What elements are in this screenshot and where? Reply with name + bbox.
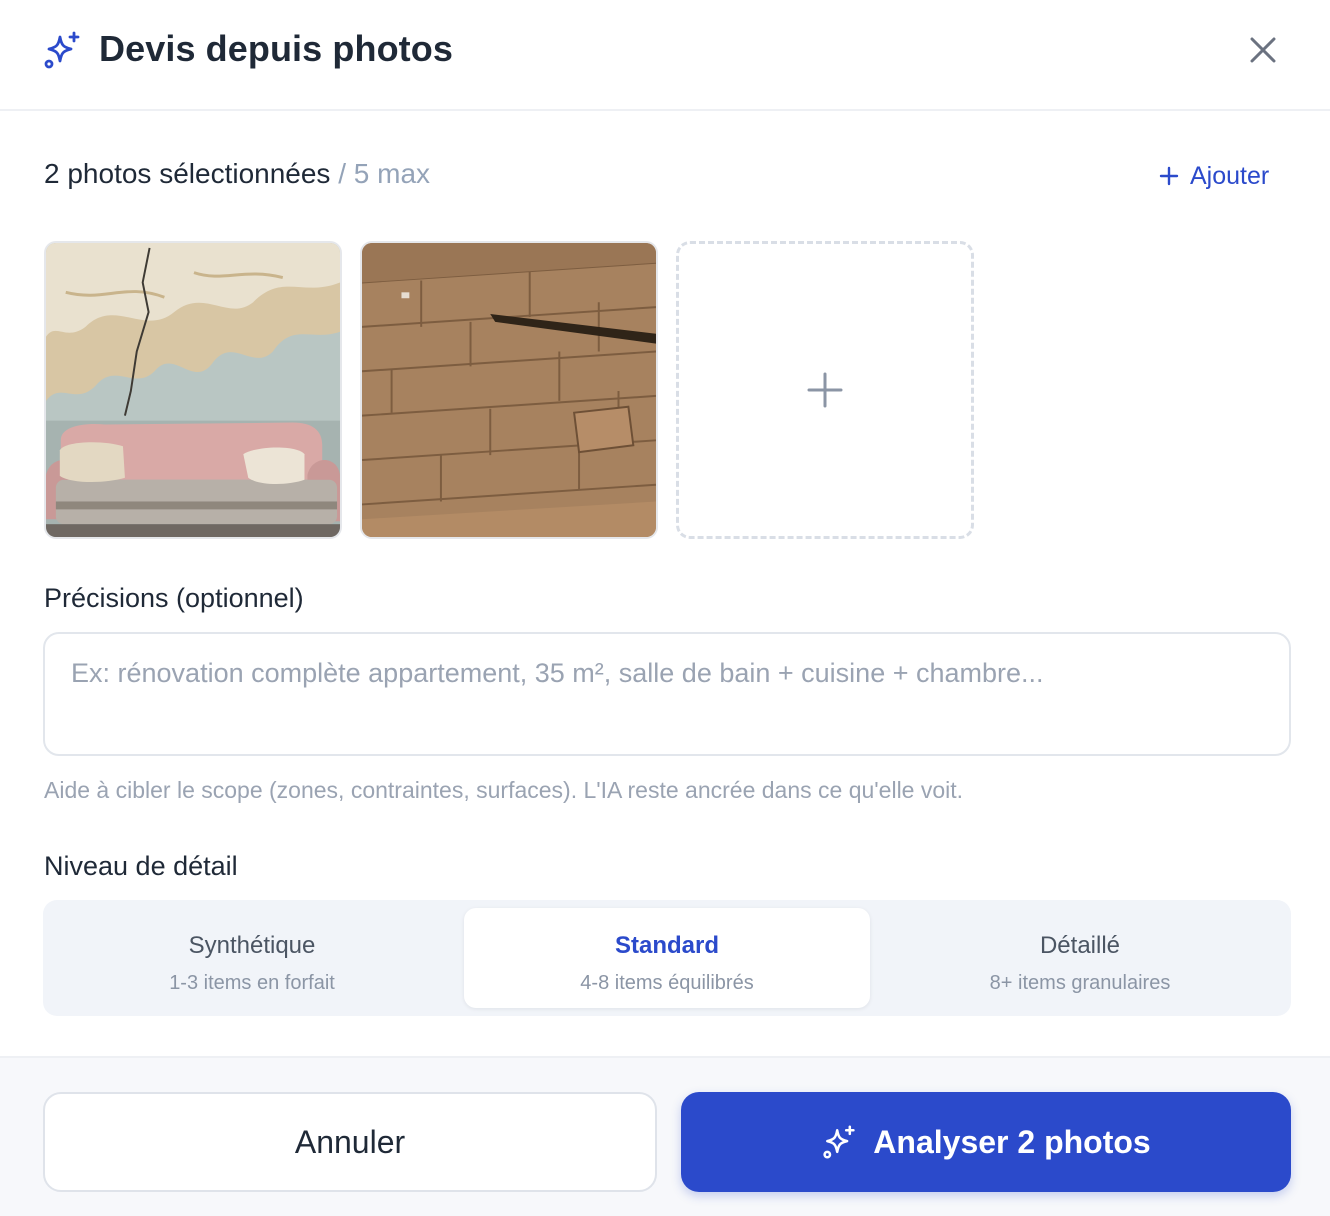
detail-level-label: Niveau de détail [44,851,238,881]
photo-count-label: 2 photos sélectionnées [44,158,331,189]
add-photo-tile[interactable] [676,241,974,539]
sparkles-icon [823,1125,855,1159]
sparkles-icon [42,30,82,70]
quote-from-photos-modal: Devis depuis photos 2 photos sélectionné… [0,0,1330,1216]
modal-header: Devis depuis photos [0,0,1330,111]
add-photo-link[interactable]: Ajouter [1158,157,1269,195]
detail-option-name: Détaillé [1039,932,1121,959]
detail-option-name: Standard [614,932,719,959]
detail-option-desc: 8+ items granulaires [989,972,1171,994]
photo-max-label: / 5 max [330,158,431,189]
plus-icon [1159,166,1179,186]
close-icon[interactable] [1244,31,1282,69]
cancel-button[interactable]: Annuler [43,1092,657,1192]
precisions-help-text: Aide à cibler le scope (zones, contraint… [44,777,964,803]
analyze-button-label: Analyser 2 photos [873,1123,1151,1160]
photo-count: 2 photos sélectionnées / 5 max [44,158,430,190]
detail-option-detaille[interactable]: Détaillé 8+ items granulaires [877,908,1283,1008]
analyze-button[interactable]: Analyser 2 photos [681,1092,1291,1192]
modal-footer: Annuler Analyser 2 photos [0,1056,1330,1216]
precisions-label: Précisions (optionnel) [44,583,304,613]
detail-option-standard[interactable]: Standard 4-8 items équilibrés [464,908,870,1008]
detail-option-name: Synthétique [188,932,316,959]
detail-level-selector: Synthétique 1-3 items en forfait Standar… [43,900,1291,1016]
detail-option-desc: 1-3 items en forfait [169,972,335,994]
add-photo-label: Ajouter [1190,161,1270,190]
photo-thumbnail[interactable] [360,241,658,539]
detail-option-synthetique[interactable]: Synthétique 1-3 items en forfait [49,908,455,1008]
precisions-textarea[interactable] [43,632,1291,756]
modal-title: Devis depuis photos [99,28,453,69]
detail-option-desc: 4-8 items équilibrés [580,972,754,994]
plus-icon [807,372,843,408]
photo-thumbnail[interactable] [44,241,342,539]
